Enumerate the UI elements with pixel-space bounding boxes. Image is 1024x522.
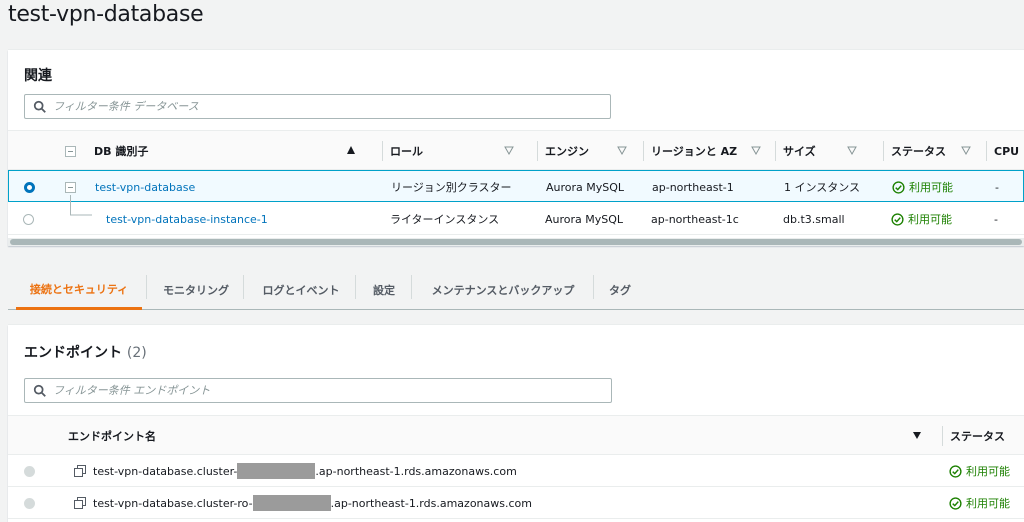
- search-icon: [33, 384, 46, 397]
- redacted-text: [237, 463, 316, 479]
- tab-logs-events[interactable]: ログとイベント: [247, 270, 355, 310]
- row-radio[interactable]: [24, 181, 35, 193]
- endpoints-filter-input[interactable]: [53, 384, 611, 397]
- db-identifier-link[interactable]: test-vpn-database-instance-1: [106, 203, 268, 235]
- table-row[interactable]: test-vpn-database.cluster- .ap-northeast-…: [8, 455, 1024, 487]
- col-endpoint-status[interactable]: ステータス: [942, 416, 1020, 456]
- sort-desc-icon: [617, 146, 627, 155]
- related-filter[interactable]: [24, 94, 611, 119]
- status-cell: 利用可能: [949, 487, 1010, 519]
- col-cpu[interactable]: CPU: [986, 131, 1024, 171]
- sort-asc-icon: [347, 146, 355, 154]
- check-circle-icon: [949, 464, 962, 478]
- status-cell: 利用可能: [891, 203, 952, 235]
- expand-all-toggle[interactable]: [65, 131, 76, 171]
- db-identifier-link[interactable]: test-vpn-database: [95, 171, 195, 203]
- tab-maintenance-backup[interactable]: メンテナンスとバックアップ: [415, 270, 591, 310]
- engine-cell: Aurora MySQL: [545, 212, 624, 226]
- col-db-identifier[interactable]: DB 識別子: [94, 131, 364, 171]
- table-row[interactable]: test-vpn-database-instance-1 ライターインスタンス …: [8, 195, 1024, 235]
- check-circle-icon: [891, 212, 904, 226]
- size-cell: db.t3.small: [783, 212, 845, 226]
- detail-tabs: 接続とセキュリティ モニタリング ログとイベント 設定 メンテナンスとバックアッ…: [8, 270, 1024, 310]
- redacted-text: [252, 495, 331, 511]
- endpoint-name: test-vpn-database.cluster-ro- .ap-northea…: [74, 487, 532, 519]
- page-title: test-vpn-database: [8, 2, 204, 27]
- tree-connector: [70, 195, 92, 216]
- row-radio[interactable]: [23, 213, 34, 225]
- copy-icon[interactable]: [74, 497, 86, 509]
- role-cell: リージョン別クラスター: [391, 181, 512, 194]
- col-size[interactable]: サイズ: [775, 131, 865, 171]
- copy-icon[interactable]: [74, 465, 86, 477]
- endpoints-table-header: エンドポイント名 ステータス: [8, 415, 1024, 455]
- col-region-az[interactable]: リージョンと AZ: [643, 131, 761, 171]
- region-cell: ap-northeast-1: [652, 180, 734, 194]
- status-cell: 利用可能: [892, 171, 953, 203]
- check-circle-icon: [949, 496, 962, 510]
- tab-tags[interactable]: タグ: [597, 270, 643, 310]
- role-cell: ライターインスタンス: [390, 213, 500, 226]
- col-engine[interactable]: エンジン: [537, 131, 635, 171]
- col-status[interactable]: ステータス: [883, 131, 971, 171]
- related-filter-input[interactable]: [53, 100, 610, 113]
- col-endpoint-name[interactable]: エンドポイント名: [68, 416, 922, 456]
- related-heading: 関連: [24, 68, 52, 84]
- related-table-header: DB 識別子 ロール エンジン リージョンと AZ サイズ ステータス CPU: [8, 130, 1024, 170]
- sort-desc-icon: [504, 146, 514, 155]
- table-row[interactable]: test-vpn-database リージョン別クラスター Aurora MyS…: [8, 170, 1024, 202]
- endpoints-heading: エンドポイント (2): [24, 345, 147, 361]
- endpoints-count: (2): [126, 345, 147, 361]
- endpoints-panel: エンドポイント (2) エンドポイント名 ステータス test-vpn-data…: [8, 325, 1024, 522]
- row-radio[interactable]: [24, 497, 35, 509]
- size-cell: 1 インスタンス: [784, 181, 861, 194]
- scrollbar-thumb[interactable]: [10, 239, 1022, 245]
- status-cell: 利用可能: [949, 455, 1010, 487]
- tab-connectivity-security[interactable]: 接続とセキュリティ: [16, 270, 142, 310]
- region-cell: ap-northeast-1c: [651, 212, 739, 226]
- tab-configuration[interactable]: 設定: [359, 270, 409, 310]
- row-radio[interactable]: [24, 465, 35, 477]
- table-row[interactable]: test-vpn-database.cluster-ro- .ap-northea…: [8, 487, 1024, 519]
- tab-monitoring[interactable]: モニタリング: [150, 270, 242, 310]
- sort-desc-icon: [913, 432, 921, 439]
- cpu-cell: -: [995, 180, 999, 194]
- collapse-icon[interactable]: [65, 181, 76, 193]
- check-circle-icon: [892, 180, 905, 194]
- endpoints-filter[interactable]: [24, 378, 612, 403]
- endpoint-name: test-vpn-database.cluster- .ap-northeast-…: [74, 455, 517, 487]
- cpu-cell: -: [994, 212, 998, 226]
- sort-desc-icon: [751, 146, 761, 155]
- collapse-icon: [65, 145, 76, 157]
- related-panel: 関連 DB 識別子 ロール エンジン リージョンと AZ サイズ ステータス: [8, 50, 1024, 246]
- col-role[interactable]: ロール: [382, 131, 522, 171]
- sort-desc-icon: [961, 146, 971, 155]
- engine-cell: Aurora MySQL: [546, 180, 625, 194]
- horizontal-scrollbar[interactable]: [8, 238, 1024, 246]
- sort-desc-icon: [847, 146, 857, 155]
- search-icon: [33, 100, 46, 113]
